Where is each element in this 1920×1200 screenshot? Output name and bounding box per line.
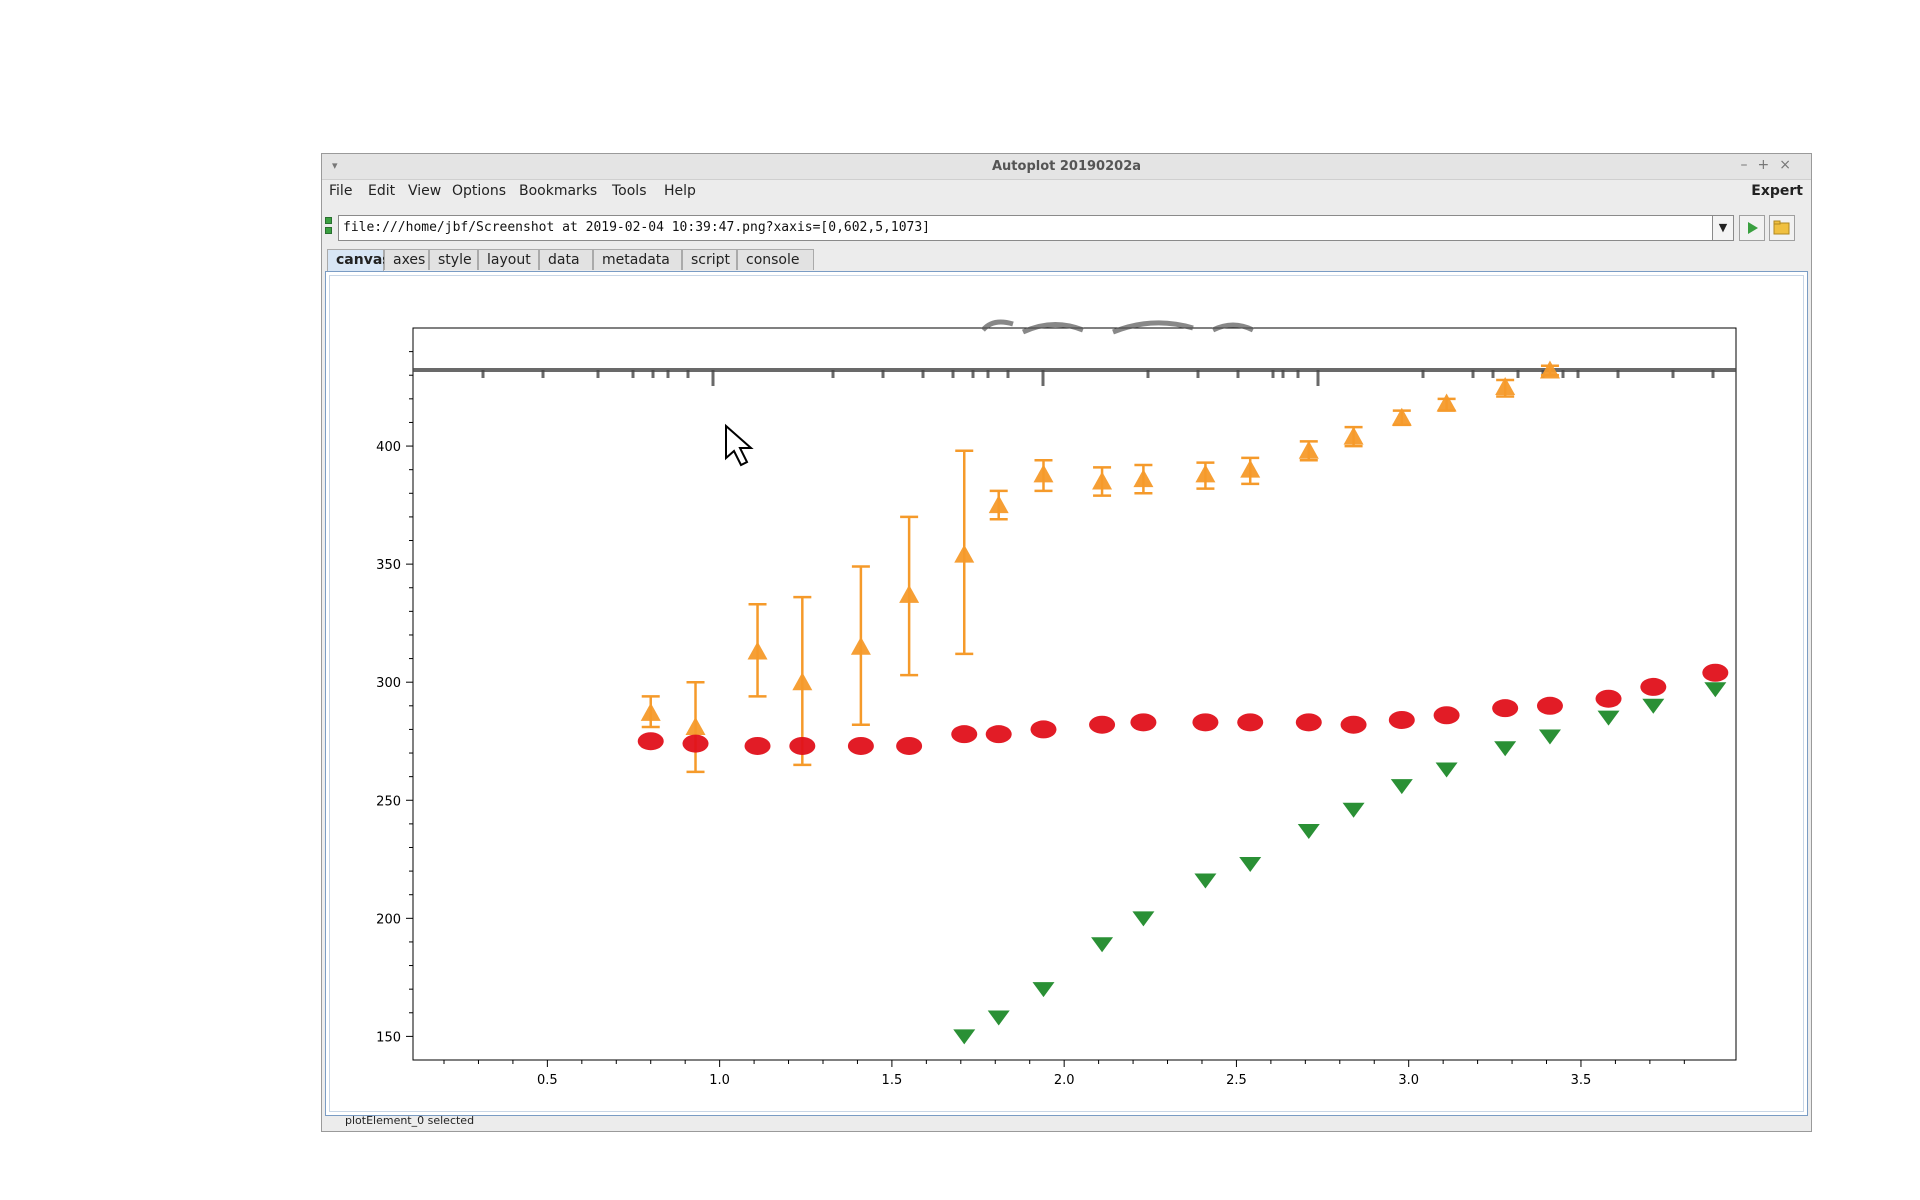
url-input-value[interactable]: file:///home/jbf/Screenshot at 2019-02-0… <box>343 220 930 235</box>
data-point-red <box>896 736 923 755</box>
tab-layout[interactable]: layout <box>478 249 539 270</box>
menu-options[interactable]: Options <box>452 183 506 199</box>
maximize-icon[interactable]: + <box>1758 157 1780 173</box>
data-point-red <box>789 736 816 755</box>
menu-file[interactable]: File <box>329 183 352 199</box>
data-point-red <box>1536 696 1563 715</box>
y-tick-label: 300 <box>376 676 401 691</box>
autoplot-window: ▾ Autoplot 20190202a –+× File Edit View … <box>321 153 1812 1132</box>
browse-button[interactable] <box>1769 215 1795 241</box>
expert-mode-label[interactable]: Expert <box>1751 183 1803 199</box>
menu-bookmarks[interactable]: Bookmarks <box>519 183 597 199</box>
title-bar: ▾ Autoplot 20190202a –+× <box>322 154 1811 180</box>
menu-tools[interactable]: Tools <box>612 183 647 199</box>
menu-edit[interactable]: Edit <box>368 183 395 199</box>
menu-help[interactable]: Help <box>664 183 696 199</box>
data-point-red <box>1030 720 1057 739</box>
y-tick-label: 350 <box>376 558 401 573</box>
x-tick-label: 0.5 <box>537 1073 558 1088</box>
plot-canvas[interactable]: 0.5 1.0 1.5 2.0 2.5 3.0 3.5 150 200 250 300 350 400 <box>329 275 1804 1112</box>
y-tick-label: 400 <box>376 440 401 455</box>
y-tick-label: 200 <box>376 912 401 927</box>
status-text: plotElement_0 selected <box>345 1114 475 1127</box>
y-tick-label: 150 <box>376 1030 401 1045</box>
chevron-down-icon: ▼ <box>1718 221 1728 234</box>
data-point-red <box>847 736 874 755</box>
data-point-red <box>1595 689 1622 708</box>
status-bar: plotElement_0 selected <box>322 1109 1811 1131</box>
data-point-red <box>1130 713 1157 732</box>
plot-go-button[interactable] <box>1739 215 1765 241</box>
x-tick-label: 3.0 <box>1398 1073 1419 1088</box>
play-icon <box>1748 222 1758 234</box>
x-tick-label: 1.5 <box>882 1073 903 1088</box>
data-point-red <box>1295 713 1322 732</box>
canvas-panel: 0.5 1.0 1.5 2.0 2.5 3.0 3.5 150 200 250 300 350 400 <box>325 271 1808 1116</box>
data-point-red <box>637 732 664 751</box>
data-point-red <box>1640 677 1667 696</box>
tab-canvas[interactable]: canvas <box>327 249 391 271</box>
data-point-red <box>1433 706 1460 725</box>
tab-data[interactable]: data <box>539 249 593 270</box>
url-input[interactable]: file:///home/jbf/Screenshot at 2019-02-0… <box>338 215 1733 241</box>
data-point-red <box>1702 663 1729 682</box>
minimize-icon[interactable]: – <box>1741 157 1758 173</box>
data-point-red <box>682 734 709 753</box>
close-icon[interactable]: × <box>1779 157 1801 173</box>
y-tick-label: 250 <box>376 794 401 809</box>
data-point-red <box>951 725 978 744</box>
data-point-red <box>985 725 1012 744</box>
x-tick-label: 3.5 <box>1571 1073 1592 1088</box>
data-point-red <box>744 736 771 755</box>
tab-style[interactable]: style <box>429 249 478 270</box>
tab-script[interactable]: script <box>682 249 737 270</box>
drag-grip-icon[interactable] <box>325 217 332 235</box>
data-point-red <box>1492 699 1519 718</box>
data-point-red <box>1192 713 1219 732</box>
data-point-red <box>1237 713 1264 732</box>
folder-icon <box>1773 220 1790 235</box>
data-point-red <box>1089 715 1116 734</box>
menu-view[interactable]: View <box>408 183 441 199</box>
tab-axes[interactable]: axes <box>384 249 429 270</box>
tab-metadata[interactable]: metadata <box>593 249 682 270</box>
url-history-dropdown[interactable]: ▼ <box>1712 215 1734 241</box>
tab-console[interactable]: console <box>737 249 814 270</box>
x-tick-label: 1.0 <box>709 1073 730 1088</box>
window-controls: –+× <box>1741 157 1801 173</box>
data-point-red <box>1340 715 1367 734</box>
x-tick-label: 2.0 <box>1054 1073 1075 1088</box>
x-tick-label: 2.5 <box>1226 1073 1247 1088</box>
plot-area-frame <box>412 327 1737 1061</box>
plot-svg[interactable]: 0.5 1.0 1.5 2.0 2.5 3.0 3.5 150 200 250 300 350 400 <box>330 276 1805 1113</box>
menu-bar: File Edit View Options Bookmarks Tools H… <box>322 179 1811 203</box>
data-point-red <box>1388 710 1415 729</box>
window-title: Autoplot 20190202a <box>991 159 1142 174</box>
